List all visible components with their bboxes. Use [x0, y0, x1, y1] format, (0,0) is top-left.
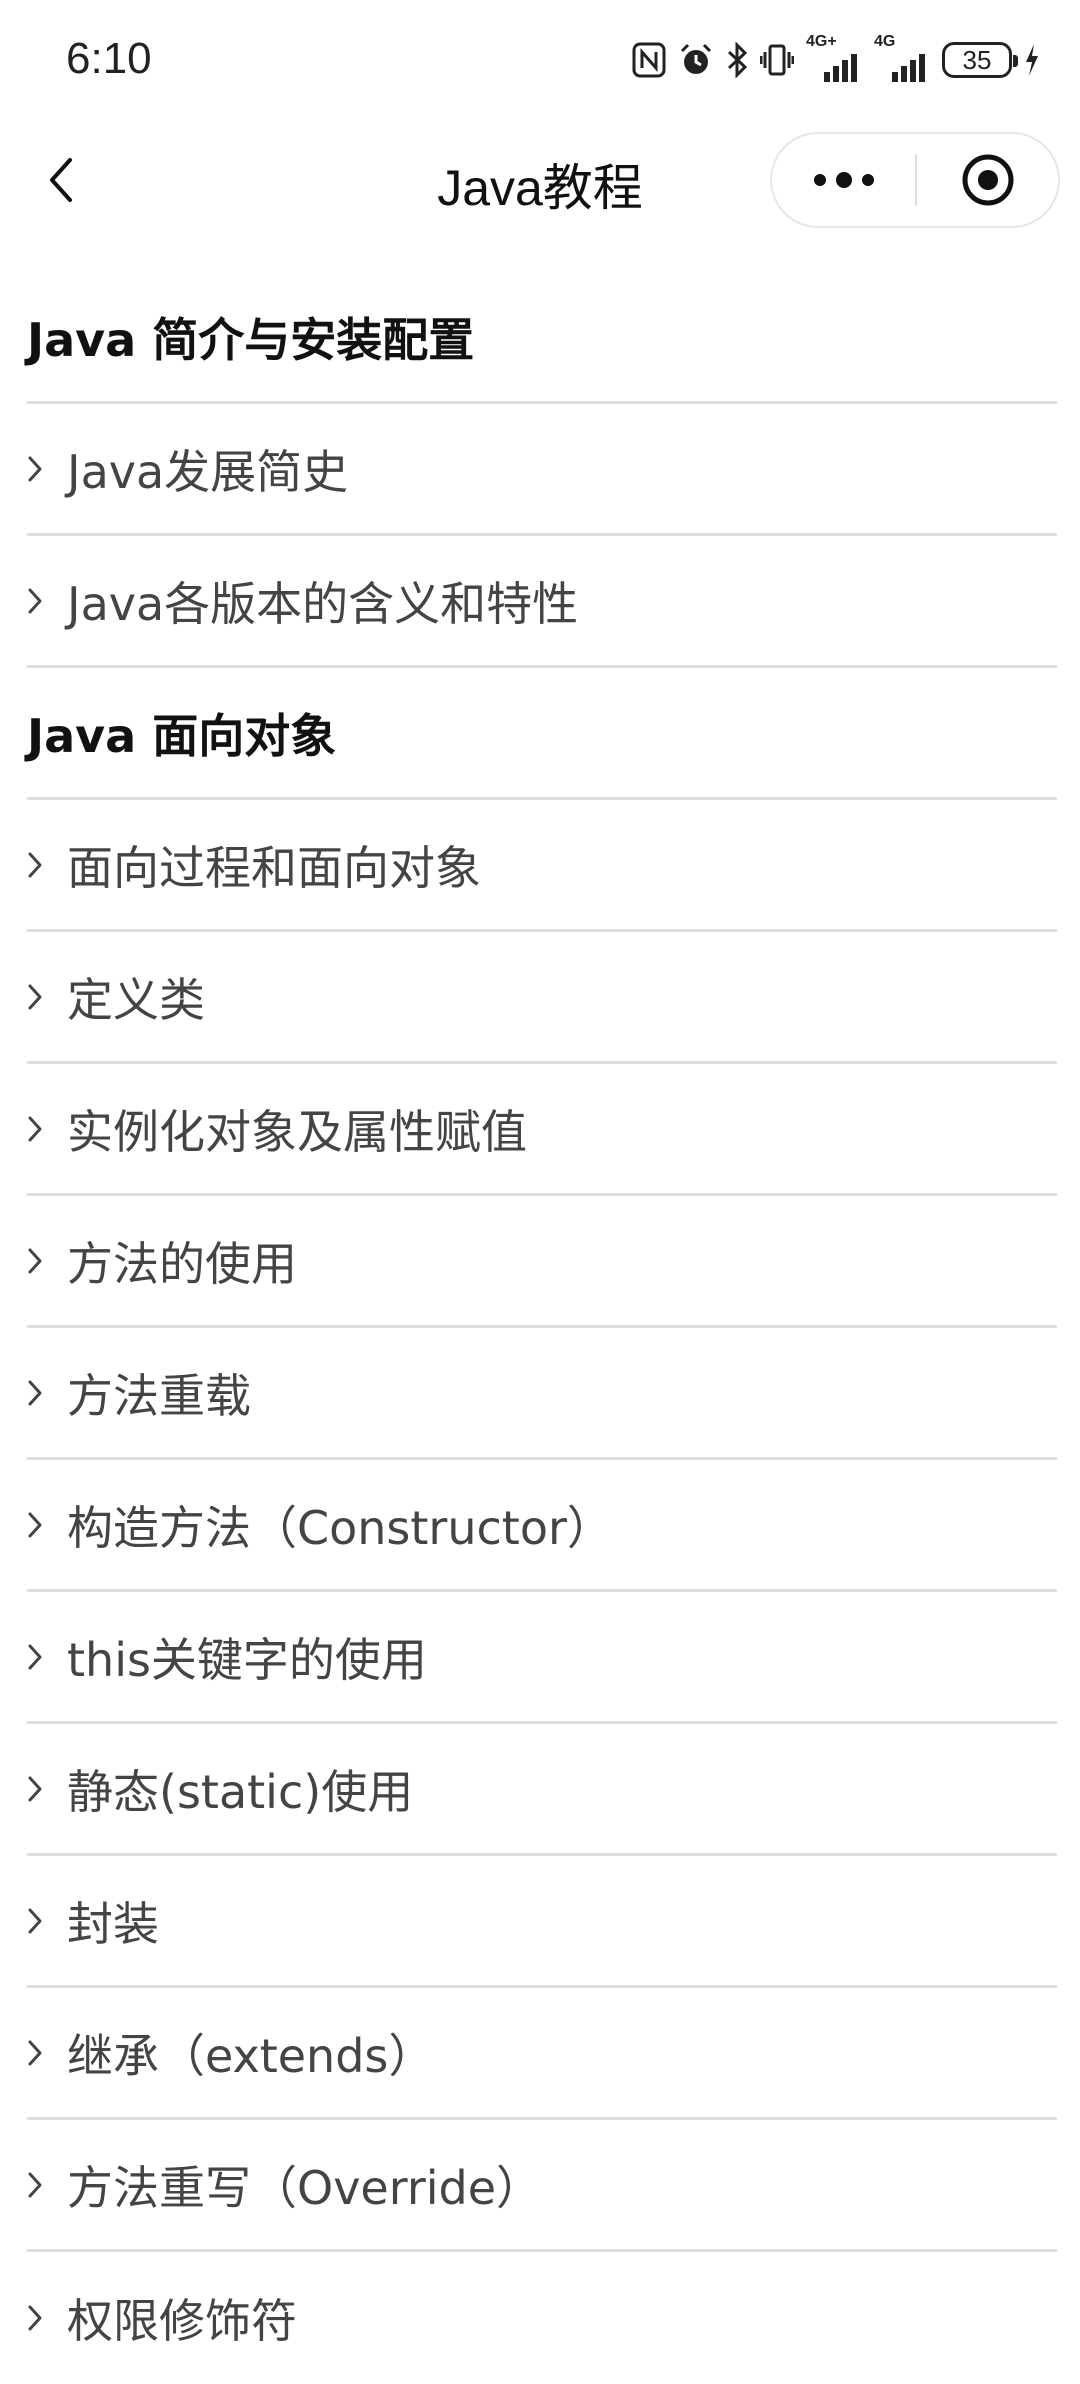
chevron-right-icon — [27, 977, 67, 1017]
list-item[interactable]: 面向过程和面向对象 — [27, 800, 1057, 932]
list-item-label: Java发展简史 — [67, 444, 349, 499]
chevron-right-icon — [27, 2033, 67, 2073]
chevron-right-icon — [27, 1769, 67, 1809]
vibrate-icon — [760, 42, 794, 78]
status-icons: 4G+ 4G 35 — [632, 34, 1040, 82]
bluetooth-icon — [726, 42, 748, 78]
status-bar: 6:10 4G+ 4G 35 — [0, 0, 1080, 120]
list-item[interactable]: 封装 — [27, 1856, 1057, 1988]
list-item[interactable]: 方法重写（Override） — [27, 2120, 1057, 2252]
list-item[interactable]: 静态(static)使用 — [27, 1724, 1057, 1856]
list-item[interactable]: 方法的使用 — [27, 1196, 1057, 1328]
chevron-right-icon — [27, 1241, 67, 1281]
list-item[interactable]: this关键字的使用 — [27, 1592, 1057, 1724]
more-dots-icon — [813, 172, 874, 188]
list-item[interactable]: Java各版本的含义和特性 — [27, 536, 1057, 668]
chevron-right-icon — [27, 1637, 67, 1677]
chevron-right-icon — [27, 449, 67, 489]
battery-indicator: 35 — [942, 42, 1018, 78]
list-item[interactable]: 实例化对象及属性赋值 — [27, 1064, 1057, 1196]
list-item[interactable]: Java发展简史 — [27, 404, 1057, 536]
signal-icon-2: 4G — [874, 34, 930, 82]
close-mini-program-button[interactable] — [917, 134, 1058, 226]
chevron-right-icon — [27, 1901, 67, 1941]
list-item-label: 实例化对象及属性赋值 — [67, 1104, 527, 1159]
list-item-label: 方法重载 — [67, 1368, 251, 1423]
more-button[interactable] — [772, 134, 915, 226]
nfc-icon — [632, 42, 666, 78]
list-item-label: this关键字的使用 — [67, 1632, 427, 1687]
chevron-right-icon — [27, 2165, 67, 2205]
list-item[interactable]: 构造方法（Constructor） — [27, 1460, 1057, 1592]
alarm-icon — [678, 42, 714, 78]
chevron-right-icon — [27, 1505, 67, 1545]
list-item-label: 封装 — [67, 1896, 159, 1951]
charging-icon — [1024, 42, 1040, 78]
list-item-label: 继承（extends） — [67, 2028, 435, 2083]
target-close-icon — [962, 154, 1013, 206]
list-item-label: 权限修饰符 — [67, 2294, 297, 2348]
list-item-label: Java各版本的含义和特性 — [67, 576, 579, 631]
chevron-right-icon — [27, 2298, 67, 2338]
list-item[interactable]: 权限修饰符 — [27, 2252, 1057, 2384]
chevron-right-icon — [27, 1109, 67, 1149]
list-item-label: 方法的使用 — [67, 1236, 297, 1291]
list-item[interactable]: 定义类 — [27, 932, 1057, 1064]
status-time: 6:10 — [66, 34, 152, 83]
navigation-bar: Java教程 — [0, 120, 1080, 240]
list-item-label: 方法重写（Override） — [67, 2160, 543, 2215]
list-item-label: 构造方法（Constructor） — [67, 1500, 613, 1555]
chevron-right-icon — [27, 581, 67, 621]
mini-program-capsule — [770, 132, 1060, 228]
signal-icon-1: 4G+ — [806, 34, 862, 82]
list-item[interactable]: 继承（extends） — [27, 1988, 1057, 2120]
section-header: Java 面向对象 — [27, 668, 1057, 800]
list-item-label: 静态(static)使用 — [67, 1764, 414, 1819]
tutorial-list: Java 简介与安装配置 Java发展简史 Java各版本的含义和特性 Java… — [27, 272, 1057, 2384]
list-item-label: 定义类 — [67, 972, 205, 1027]
list-item-label: 面向过程和面向对象 — [67, 840, 481, 895]
chevron-right-icon — [27, 1373, 67, 1413]
section-header: Java 简介与安装配置 — [27, 272, 1057, 404]
list-item[interactable]: 方法重载 — [27, 1328, 1057, 1460]
chevron-right-icon — [27, 845, 67, 885]
